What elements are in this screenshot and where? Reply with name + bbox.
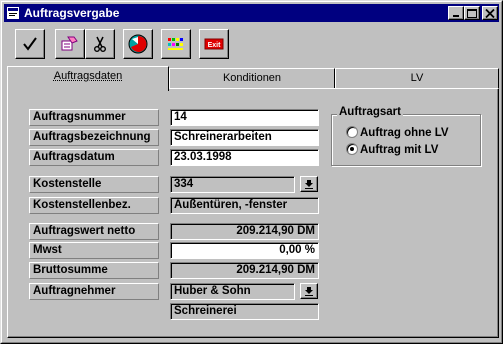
auftragsnummer-label: Auftragsnummer: [29, 109, 159, 126]
exit-button[interactable]: Exit: [199, 29, 229, 59]
kostenstelle-dropdown-button[interactable]: [300, 176, 318, 192]
radio-auftrag-mit-lv-label: Auftrag mit LV: [360, 144, 439, 156]
auftragsdatum-input[interactable]: 23.03.1998: [170, 149, 319, 166]
kostenstellenbez-field: Außentüren, -fenster: [170, 197, 319, 214]
insert-hand-icon: [61, 36, 78, 51]
maximize-icon: [467, 9, 477, 18]
auftragsbezeichnung-input[interactable]: Schreinerarbeiten: [170, 129, 319, 146]
chart-button[interactable]: [123, 29, 153, 59]
pie-chart-icon: [128, 34, 148, 54]
auftragswert-netto-label: Auftragswert netto: [29, 223, 159, 240]
kostenstelle-label: Kostenstelle: [29, 176, 159, 193]
color-palette-icon: [168, 38, 183, 50]
bruttosumme-label: Bruttosumme: [29, 262, 159, 279]
scissors-icon: [93, 36, 106, 52]
mwst-label: Mwst: [29, 242, 159, 259]
kostenstellenbez-label: Kostenstellenbez.: [29, 197, 159, 214]
auftragsart-group: [331, 114, 481, 166]
auftragnehmer-dropdown-button[interactable]: [300, 283, 318, 299]
bruttosumme-field: 209.214,90 DM: [170, 262, 319, 279]
auftragswert-netto-field: 209.214,90 DM: [170, 223, 319, 240]
tab-lv-label: LV: [410, 72, 424, 84]
close-icon: [485, 9, 495, 18]
tab-konditionen[interactable]: Konditionen: [169, 68, 335, 89]
dropdown-arrow-icon: [305, 287, 313, 296]
auftragnehmer-combo[interactable]: Huber & Sohn: [170, 283, 295, 300]
tab-auftragsdaten-label: Auftragsdaten: [53, 70, 123, 82]
app-icon: [7, 7, 19, 19]
cut-button[interactable]: [85, 29, 115, 59]
tab-konditionen-label: Konditionen: [222, 72, 282, 84]
colors-button[interactable]: [161, 29, 191, 59]
close-button[interactable]: [482, 6, 498, 20]
auftragsnummer-input[interactable]: 14: [170, 109, 319, 126]
radio-auftrag-ohne-lv[interactable]: Auftrag ohne LV: [346, 126, 449, 139]
auftragsart-title: Auftragsart: [337, 106, 403, 118]
insert-button[interactable]: [55, 29, 85, 59]
radio-selected-icon: [346, 143, 358, 155]
auftragsbezeichnung-label: Auftragsbezeichnung: [29, 129, 159, 146]
dropdown-arrow-icon: [305, 180, 313, 189]
radio-auftrag-mit-lv[interactable]: Auftrag mit LV: [346, 143, 438, 156]
maximize-button[interactable]: [464, 6, 480, 20]
auftragnehmer-label: Auftragnehmer: [29, 283, 159, 300]
application-window: Auftragsvergabe Exit Auftragsdaten Kondi…: [0, 0, 503, 344]
tab-lv[interactable]: LV: [335, 68, 499, 89]
auftragsdatum-label: Auftragsdatum: [29, 149, 159, 166]
mwst-input[interactable]: 0,00 %: [170, 242, 319, 259]
title-bar[interactable]: Auftragsvergabe: [4, 4, 499, 22]
svg-text:Exit: Exit: [208, 42, 222, 49]
minimize-button[interactable]: [448, 6, 464, 20]
window-title: Auftragsvergabe: [24, 6, 120, 20]
radio-unselected-icon: [346, 126, 358, 138]
auftragnehmer-trade-field: Schreinerei: [170, 303, 319, 320]
tab-auftragsdaten[interactable]: Auftragsdaten: [7, 66, 169, 91]
kostenstelle-combo[interactable]: 334: [170, 176, 295, 193]
minimize-icon: [453, 15, 459, 17]
checkmark-icon: [23, 37, 37, 51]
exit-icon: Exit: [204, 38, 224, 50]
confirm-button[interactable]: [15, 29, 45, 59]
radio-auftrag-ohne-lv-label: Auftrag ohne LV: [360, 127, 449, 139]
